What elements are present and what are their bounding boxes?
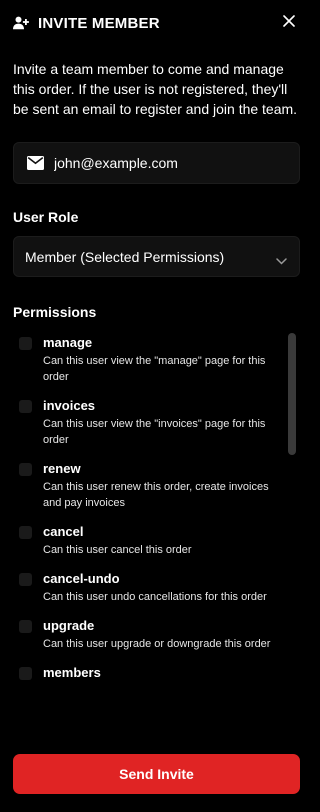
description-text: Invite a team member to come and manage … [13,61,298,117]
permission-description: Can this user view the "invoices" page f… [43,418,266,446]
permission-description: Can this user renew this order, create i… [43,481,269,509]
permission-item-manage: manage Can this user view the "manage" p… [13,333,298,385]
permission-description: Can this user cancel this order [43,544,192,556]
permission-item-cancel-undo: cancel-undo Can this user undo cancellat… [13,569,298,605]
permission-checkbox-cancel-undo[interactable] [19,573,32,586]
permission-name: renew [43,461,81,476]
user-plus-icon [13,16,29,30]
permission-item-invoices: invoices Can this user view the "invoice… [13,396,298,448]
email-input[interactable] [54,143,294,183]
mail-icon [27,156,44,175]
permission-name: cancel-undo [43,571,120,586]
permission-item-renew: renew Can this user renew this order, cr… [13,459,298,511]
permissions-scrollbar[interactable] [288,333,296,455]
dialog-title: INVITE MEMBER [38,14,160,32]
close-button[interactable] [280,12,298,30]
permission-item-members: members [13,663,298,683]
permission-description: Can this user undo cancellations for thi… [43,591,267,603]
permission-checkbox-upgrade[interactable] [19,620,32,633]
chevron-down-icon [276,252,287,270]
permission-item-cancel: cancel Can this user cancel this order [13,522,298,558]
user-role-select[interactable]: Member (Selected Permissions) [13,236,300,277]
permission-checkbox-cancel[interactable] [19,526,32,539]
permission-checkbox-manage[interactable] [19,337,32,350]
permission-name: cancel [43,524,84,539]
invite-member-panel: INVITE MEMBER Invite a team member to co… [0,0,307,812]
email-field[interactable] [13,142,300,184]
permission-description: Can this user view the "manage" page for… [43,355,266,383]
header: INVITE MEMBER [13,12,160,34]
permissions-list: manage Can this user view the "manage" p… [13,333,298,717]
send-invite-button[interactable]: Send Invite [13,754,300,794]
permission-checkbox-members[interactable] [19,667,32,680]
permissions-label: Permissions [13,304,97,320]
permission-description: Can this user upgrade or downgrade this … [43,638,271,650]
permission-name: upgrade [43,618,95,633]
permission-name: invoices [43,398,96,413]
user-role-label: User Role [13,209,79,225]
user-role-value: Member (Selected Permissions) [25,249,225,265]
permission-name: manage [43,335,93,350]
permission-checkbox-renew[interactable] [19,463,32,476]
permission-name: members [43,665,101,680]
close-icon [283,15,295,27]
permission-checkbox-invoices[interactable] [19,400,32,413]
permission-item-upgrade: upgrade Can this user upgrade or downgra… [13,616,298,652]
